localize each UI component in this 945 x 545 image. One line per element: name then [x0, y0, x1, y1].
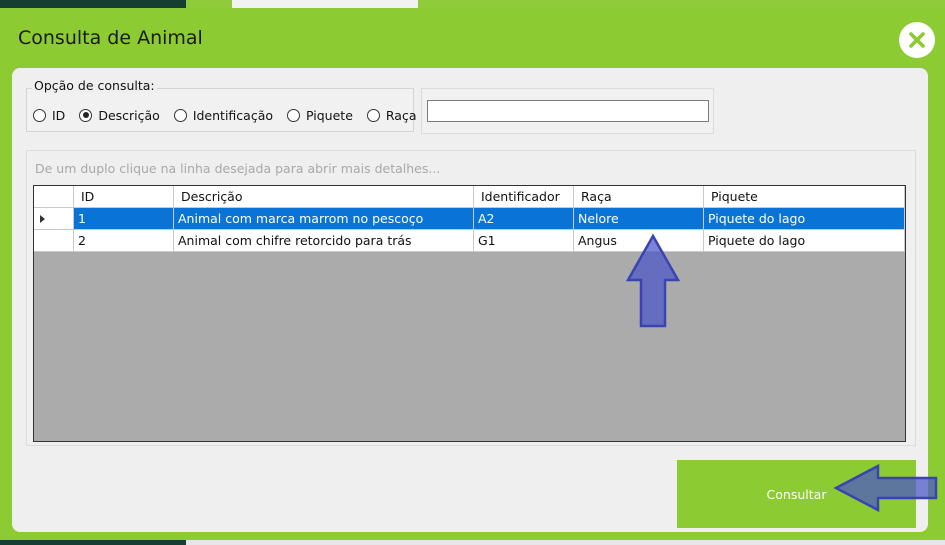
column-header[interactable]: Raça: [574, 186, 704, 208]
dialog-titlebar: Consulta de Animal: [0, 8, 945, 62]
table-cell[interactable]: Animal com marca marrom no pescoço: [174, 208, 474, 230]
radio-option-identificacao[interactable]: Identificação: [173, 105, 274, 125]
table-cell[interactable]: Nelore: [574, 208, 704, 230]
radio-label: Descrição: [98, 107, 160, 123]
radio-label: Identificação: [192, 107, 274, 123]
consulta-animal-dialog: Consulta de Animal ID Descrição Identifica…: [0, 8, 945, 540]
column-header[interactable]: ID: [74, 186, 174, 208]
results-hint: De um duplo clique na linha desejada par…: [35, 161, 441, 176]
table-cell[interactable]: G1: [474, 230, 574, 252]
radio-label: Raça: [385, 107, 417, 123]
column-header[interactable]: Descrição: [174, 186, 474, 208]
search-option-group: ID Descrição Identificação Piquete Raça: [26, 88, 417, 132]
row-header[interactable]: [34, 230, 74, 252]
current-row-icon: [40, 215, 45, 223]
search-box-group: [421, 88, 714, 134]
search-input[interactable]: [427, 100, 709, 122]
close-icon: [909, 32, 925, 48]
radio-option-id[interactable]: ID: [33, 105, 65, 125]
radio-button[interactable]: [287, 108, 301, 122]
dialog-panel: ID Descrição Identificação Piquete Raça Opçã…: [12, 68, 928, 532]
table-cell[interactable]: Piquete do lago: [704, 230, 905, 252]
consultar-button[interactable]: Consultar: [677, 460, 916, 528]
radio-button[interactable]: [366, 108, 380, 122]
table-cell[interactable]: A2: [474, 208, 574, 230]
radio-button[interactable]: [79, 108, 93, 122]
close-button[interactable]: [899, 22, 935, 58]
table-row[interactable]: 2 Animal com chifre retorcido para trás G1…: [34, 230, 905, 252]
table-cell[interactable]: Piquete do lago: [704, 208, 905, 230]
results-grid: ID Descrição Identificador Raça Piquete 1 Anim…: [33, 185, 906, 442]
column-header[interactable]: Identificador: [474, 186, 574, 208]
table-row[interactable]: 1 Animal com marca marrom no pescoço A2 Nel…: [34, 208, 905, 230]
radio-label: ID: [52, 107, 66, 123]
radio-option-raca[interactable]: Raça: [366, 105, 417, 125]
radio-button[interactable]: [33, 108, 46, 122]
results-group: De um duplo clique na linha desejada par…: [26, 150, 916, 446]
radio-label: Piquete: [306, 107, 353, 123]
radio-option-piquete[interactable]: Piquete: [287, 105, 353, 125]
header-corner: [34, 186, 74, 208]
radio-option-descricao[interactable]: Descrição: [79, 105, 160, 125]
row-header[interactable]: [34, 208, 74, 230]
search-option-radios: ID Descrição Identificação Piquete Raça: [33, 105, 431, 125]
dialog-title: Consulta de Animal: [18, 27, 203, 49]
table-cell[interactable]: Animal com chifre retorcido para trás: [174, 230, 474, 252]
table-cell[interactable]: 1: [74, 208, 174, 230]
table-cell[interactable]: 2: [74, 230, 174, 252]
radio-button[interactable]: [173, 108, 187, 122]
dialog-body: ID Descrição Identificação Piquete Raça Opçã…: [0, 62, 945, 540]
table-header-row: ID Descrição Identificador Raça Piquete: [34, 186, 905, 208]
table-cell[interactable]: Angus: [574, 230, 704, 252]
column-header[interactable]: Piquete: [704, 186, 905, 208]
search-option-legend: Opção de consulta:: [32, 78, 157, 93]
